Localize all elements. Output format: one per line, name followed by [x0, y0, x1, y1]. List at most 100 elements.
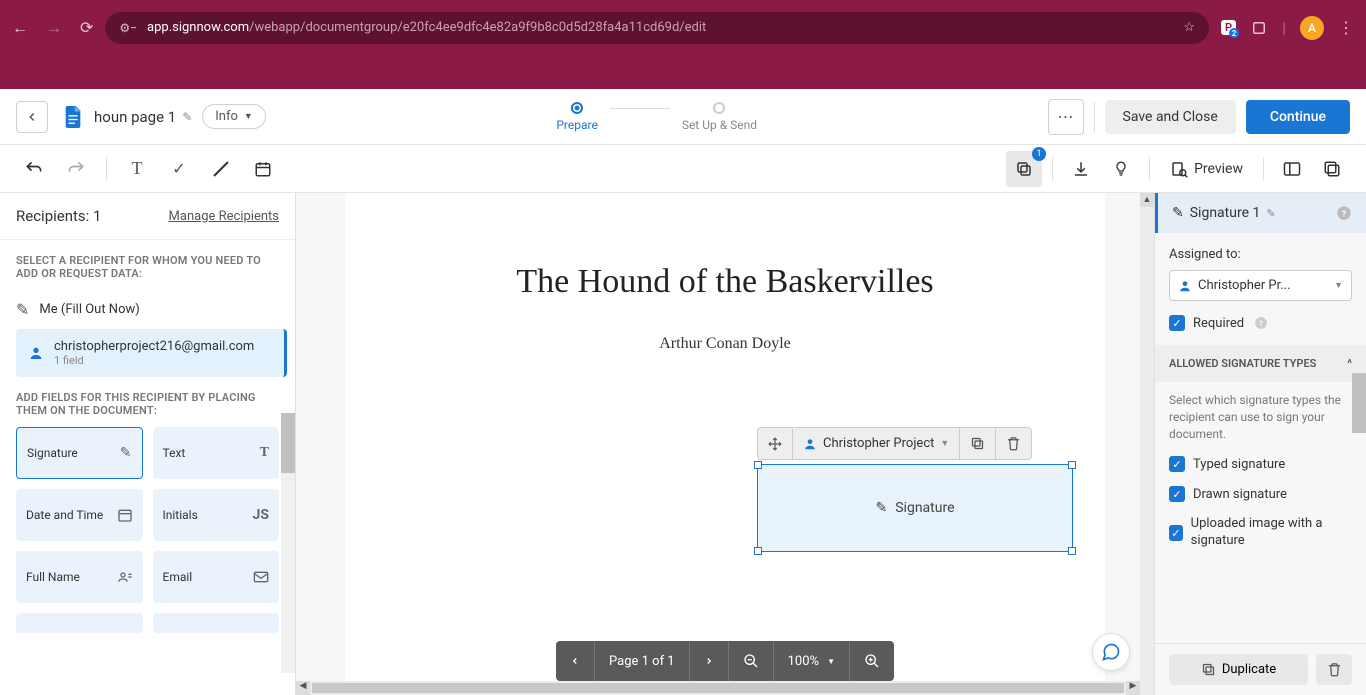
document-title[interactable]: houn page 1	[94, 108, 176, 126]
duplicate-button[interactable]: Duplicate	[1169, 654, 1308, 685]
layout-right-button[interactable]	[1314, 151, 1350, 187]
chevron-down-icon: ▼	[1334, 280, 1343, 291]
browser-right: P | A ⋮	[1221, 16, 1354, 40]
doc-author: Arthur Conan Doyle	[395, 335, 1055, 353]
type-typed-row[interactable]: ✓ Typed signature	[1169, 456, 1352, 472]
type-drawn-row[interactable]: ✓ Drawn signature	[1169, 486, 1352, 502]
field-owner-dropdown[interactable]: Christopher Project ▼	[793, 428, 960, 459]
zoom-out[interactable]	[729, 641, 774, 681]
move-handle[interactable]	[758, 429, 793, 459]
hint-button[interactable]	[1103, 151, 1139, 187]
signature-field[interactable]: ✎ Signature	[757, 464, 1073, 552]
svg-text:?: ?	[1342, 209, 1346, 219]
more-options-button[interactable]: ⋯	[1048, 99, 1084, 135]
left-scrollbar[interactable]	[281, 413, 295, 673]
manage-recipients-link[interactable]: Manage Recipients	[169, 209, 279, 224]
top-actions: ⋯ Save and Close Continue	[1048, 99, 1350, 135]
field-datetime[interactable]: Date and Time	[16, 489, 143, 541]
layout-left-button[interactable]	[1274, 151, 1310, 187]
info-dropdown[interactable]: Info ▼	[202, 104, 266, 129]
field-name: Signature 1	[1190, 205, 1261, 221]
chevron-down-icon: ▼	[940, 438, 949, 449]
back-button[interactable]	[16, 101, 48, 133]
edit-title-icon[interactable]: ✎	[182, 110, 192, 124]
step-prepare[interactable]: Prepare	[556, 102, 597, 132]
download-button[interactable]	[1063, 151, 1099, 187]
zoom-in[interactable]	[850, 641, 894, 681]
allowed-types-header[interactable]: ALLOWED SIGNATURE TYPES ^	[1155, 345, 1366, 382]
field-text[interactable]: Text T	[153, 427, 280, 479]
field-copy-button[interactable]	[960, 428, 996, 459]
checkbox-checked-icon[interactable]: ✓	[1169, 315, 1185, 331]
assigned-to-select[interactable]: Christopher Pr... ▼	[1169, 270, 1352, 301]
secondary-toolbar: T ✓ 1 Preview	[0, 145, 1366, 193]
svg-text:?: ?	[1259, 320, 1263, 328]
delete-button[interactable]	[1316, 654, 1352, 685]
step-setup-send[interactable]: Set Up & Send	[682, 102, 757, 132]
extensions-icon[interactable]	[1250, 19, 1268, 37]
save-close-button[interactable]: Save and Close	[1105, 100, 1236, 134]
recipient-me[interactable]: ✎ Me (Fill Out Now)	[0, 290, 295, 329]
page-next[interactable]	[690, 641, 729, 681]
right-scrollbar[interactable]	[1352, 373, 1366, 433]
allowed-types-desc: Select which signature types the recipie…	[1169, 392, 1352, 442]
date-tool[interactable]	[245, 151, 281, 187]
extension-badge[interactable]: P	[1221, 20, 1236, 35]
url-bar[interactable]: ⚙− app.signnow.com/webapp/documentgroup/…	[105, 12, 1209, 44]
help-icon[interactable]: ?	[1254, 316, 1268, 330]
checkbox-checked-icon[interactable]: ✓	[1169, 486, 1185, 502]
person-icon	[28, 345, 44, 361]
forward-icon[interactable]: →	[46, 18, 62, 38]
recipient-email: christopherproject216@gmail.com	[54, 339, 254, 354]
continue-button[interactable]: Continue	[1246, 100, 1350, 134]
back-icon[interactable]: ←	[12, 18, 28, 38]
field-extra-2[interactable]	[153, 613, 280, 633]
pencil-icon: ✎	[16, 300, 29, 319]
field-email[interactable]: Email	[153, 551, 280, 603]
resize-handle-br[interactable]	[1068, 547, 1076, 555]
line-tool[interactable]	[203, 151, 239, 187]
resize-handle-tr[interactable]	[1068, 461, 1076, 469]
field-initials[interactable]: Initials JS	[153, 489, 280, 541]
help-icon[interactable]: ?	[1336, 205, 1352, 221]
text-tool[interactable]: T	[119, 151, 155, 187]
field-fullname[interactable]: Full Name	[16, 551, 143, 603]
menu-icon[interactable]: ⋮	[1338, 18, 1354, 37]
signature-field-wrapper: Christopher Project ▼ ✎ Signature	[757, 427, 1073, 552]
resize-handle-tl[interactable]	[754, 461, 762, 469]
field-signature[interactable]: Signature ✎	[16, 427, 143, 479]
document-page[interactable]: The Hound of the Baskervilles Arthur Con…	[345, 193, 1105, 693]
profile-avatar[interactable]: A	[1300, 16, 1324, 40]
checkbox-checked-icon[interactable]: ✓	[1169, 525, 1183, 541]
canvas-area[interactable]: The Hound of the Baskervilles Arthur Con…	[296, 193, 1154, 695]
type-uploaded-row[interactable]: ✓ Uploaded image with a signature	[1169, 516, 1352, 550]
preview-button[interactable]: Preview	[1160, 160, 1253, 178]
checkbox-checked-icon[interactable]: ✓	[1169, 456, 1185, 472]
required-checkbox-row[interactable]: ✓ Required ?	[1169, 315, 1352, 331]
site-info-icon[interactable]: ⚙−	[119, 21, 137, 35]
progress-steps: Prepare Set Up & Send	[266, 102, 1048, 132]
recipient-christopher[interactable]: christopherproject216@gmail.com 1 field	[16, 329, 287, 377]
select-recipient-hint: SELECT A RECIPIENT FOR WHOM YOU NEED TO …	[0, 240, 295, 290]
undo-button[interactable]	[16, 151, 52, 187]
edit-name-icon[interactable]: ✎	[1266, 207, 1275, 220]
check-tool[interactable]: ✓	[161, 151, 197, 187]
reload-icon[interactable]: ⟳	[80, 18, 93, 38]
right-panel-header: ✎ Signature 1 ✎ ?	[1155, 193, 1366, 233]
canvas-scrollbar-horizontal[interactable]: ◀ ▶	[296, 681, 1140, 695]
chat-button[interactable]	[1092, 633, 1130, 671]
redo-button[interactable]	[58, 151, 94, 187]
zoom-level[interactable]: 100%▼	[774, 641, 850, 681]
person-card-icon	[117, 569, 133, 585]
resize-handle-bl[interactable]	[754, 547, 762, 555]
chevron-down-icon: ▼	[244, 111, 253, 122]
top-toolbar: houn page 1 ✎ Info ▼ Prepare Set Up & Se…	[0, 89, 1366, 145]
copy-fields-button[interactable]: 1	[1006, 151, 1042, 187]
page-prev[interactable]	[556, 641, 595, 681]
right-panel-body: Assigned to: Christopher Pr... ▼ ✓ Requi…	[1155, 233, 1366, 643]
field-extra-1[interactable]	[16, 613, 143, 633]
field-delete-button[interactable]	[996, 428, 1031, 459]
bookmark-icon[interactable]: ☆	[1183, 20, 1195, 35]
canvas-scrollbar-vertical[interactable]: ▲	[1140, 193, 1154, 695]
recipients-count: Recipients: 1	[16, 207, 101, 225]
